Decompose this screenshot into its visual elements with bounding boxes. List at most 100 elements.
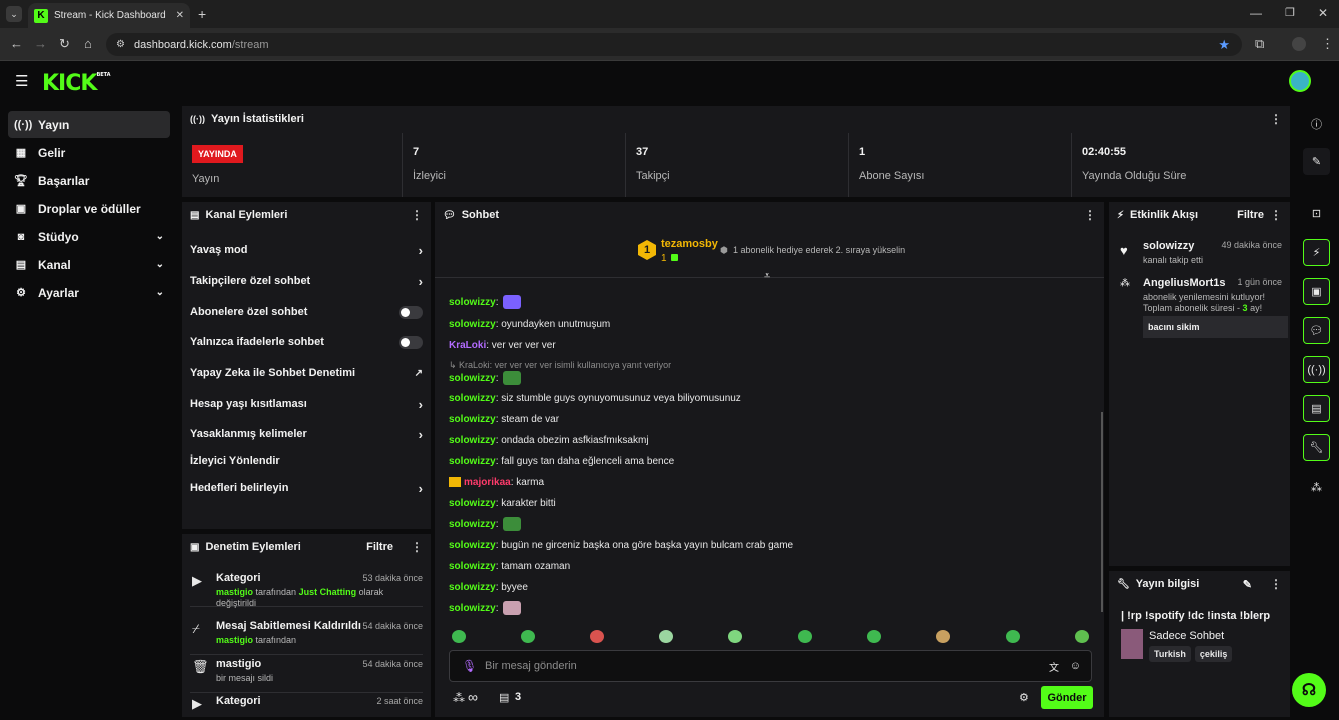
chat-message[interactable]: solowizzy: oyundayken unutmuşum xyxy=(449,316,610,332)
edit-stream-icon[interactable]: ✎ xyxy=(1303,148,1330,175)
quick-emote-icon[interactable] xyxy=(1006,630,1020,643)
chat-scrollbar[interactable] xyxy=(1101,412,1103,612)
chat-message[interactable]: solowizzy: xyxy=(449,516,522,532)
chat-message[interactable]: solowizzy: tamam ozaman xyxy=(449,558,570,574)
sidebar-item-gelir[interactable]: ▦ Gelir xyxy=(8,139,170,166)
panel-header: ((·)) Yayın İstatistikleri ⋮ xyxy=(182,106,1290,132)
bookmark-star-icon[interactable]: ★ xyxy=(1218,37,1230,53)
quick-emote-icon[interactable] xyxy=(1075,630,1089,643)
translate-icon[interactable]: 文 xyxy=(1049,659,1059,674)
microphone-icon[interactable]: 🎙︎ xyxy=(462,659,477,673)
quick-emote-icon[interactable] xyxy=(659,630,673,643)
action-set-goals[interactable]: Hedefleri belirleyin › xyxy=(190,478,423,498)
close-tab-icon[interactable]: ✕ xyxy=(176,10,184,21)
chat-message[interactable]: solowizzy: fall guys tan daha eğlenceli … xyxy=(449,453,674,469)
more-options-icon[interactable]: ⋮ xyxy=(1270,112,1282,126)
chat-message[interactable]: solowizzy: siz stumble guys oynuyomusunu… xyxy=(449,390,741,406)
chat-message[interactable]: solowizzy: byyee xyxy=(449,579,528,595)
browser-tab[interactable]: K Stream - Kick Dashboard ✕ xyxy=(28,3,190,28)
home-icon[interactable]: ⌂ xyxy=(84,37,92,51)
extensions-icon[interactable]: ⧉ xyxy=(1255,37,1264,51)
chat-message[interactable]: solowizzy: ondada obezim asfkiasfmıksakm… xyxy=(449,432,649,448)
quick-emote-icon[interactable] xyxy=(452,630,466,643)
focus-icon[interactable]: ⊡ xyxy=(1303,200,1330,227)
sidebar-item-studyo[interactable]: ◙ Stüdyo ⌄ xyxy=(8,223,170,250)
subscribers-only-toggle[interactable] xyxy=(399,305,423,319)
quick-emote-icon[interactable] xyxy=(590,630,604,643)
activity-feed-toggle-icon[interactable]: ⚡︎ xyxy=(1303,239,1330,266)
edit-icon[interactable]: ✎ xyxy=(1243,578,1252,591)
back-icon[interactable]: ← xyxy=(10,37,23,51)
reload-icon[interactable]: ↻ xyxy=(59,37,70,51)
emotes-only-toggle[interactable] xyxy=(399,335,423,349)
channel-actions-toggle-icon[interactable]: ▤ xyxy=(1303,395,1330,422)
stream-info-panel: 🔧︎ Yayın bilgisi ✎ ⋮ | !rp !spotify !dc … xyxy=(1109,571,1290,717)
kick-points-toggle-icon[interactable]: ⁂ xyxy=(1303,474,1330,501)
chat-toggle-icon[interactable]: 💬︎ xyxy=(1303,317,1330,344)
top-gifter-name[interactable]: tezamosby xyxy=(661,238,718,250)
activity-user[interactable]: solowizzy xyxy=(1143,240,1194,252)
chat-message[interactable]: majorikaa: karma xyxy=(449,474,544,490)
chat-message[interactable]: KraLoki: ver ver ver ver xyxy=(449,337,556,353)
quick-emote-icon[interactable] xyxy=(867,630,881,643)
kick-logo[interactable]: KICKBETA xyxy=(42,71,111,96)
address-bar[interactable]: ⚙ dashboard.kick.com/stream ★ xyxy=(106,33,1242,56)
user-avatar[interactable] xyxy=(1289,70,1311,92)
quick-emote-icon[interactable] xyxy=(521,630,535,643)
stream-category[interactable]: Sadece Sohbet xyxy=(1149,630,1224,642)
tab-list-button[interactable]: ⌄ xyxy=(6,6,22,22)
activity-user[interactable]: AngeliusMort1s xyxy=(1143,277,1226,289)
stream-info-toggle-icon[interactable]: 🔧︎ xyxy=(1303,434,1330,461)
tag-pill[interactable]: Turkish xyxy=(1149,646,1191,662)
action-followers-only[interactable]: Takipçilere özel sohbet › xyxy=(190,271,423,291)
sidebar-item-basarilar[interactable]: 🏆︎ Başarılar xyxy=(8,167,170,194)
action-slow-mode[interactable]: Yavaş mod › xyxy=(190,240,423,260)
sidebar-item-droplar[interactable]: ▣ Droplar ve ödüller xyxy=(8,195,170,222)
filter-button[interactable]: Filtre xyxy=(366,541,393,553)
restore-button[interactable]: ❐ xyxy=(1285,6,1295,19)
send-button[interactable]: Gönder xyxy=(1041,686,1093,709)
minimize-button[interactable]: — xyxy=(1250,6,1262,20)
stats-toggle-icon[interactable]: ((·)) xyxy=(1303,356,1330,383)
sidebar-item-yayin[interactable]: ((·)) Yayın xyxy=(8,111,170,138)
sidebar-item-kanal[interactable]: ▤ Kanal ⌄ xyxy=(8,251,170,278)
action-redirect-viewers[interactable]: İzleyici Yönlendir xyxy=(190,451,423,471)
chat-message[interactable]: solowizzy: steam de var xyxy=(449,411,559,427)
info-icon[interactable]: ⓘ xyxy=(1303,110,1330,137)
profile-avatar-icon[interactable] xyxy=(1292,37,1306,51)
chat-message[interactable]: solowizzy: xyxy=(449,370,522,386)
tag-pill[interactable]: çekiliş xyxy=(1194,646,1233,662)
chevron-right-icon: › xyxy=(418,273,423,289)
more-options-icon[interactable]: ⋮ xyxy=(411,208,423,222)
more-options-icon[interactable]: ⋮ xyxy=(1270,577,1282,591)
action-ai-moderation[interactable]: Yapay Zeka ile Sohbet Denetimi ↗ xyxy=(190,363,423,383)
action-account-age[interactable]: Hesap yaşı kısıtlaması › xyxy=(190,394,423,414)
more-options-icon[interactable]: ⋮ xyxy=(1084,208,1096,222)
filter-button[interactable]: Filtre xyxy=(1237,209,1264,221)
chat-message[interactable]: solowizzy: xyxy=(449,294,522,310)
emoji-icon[interactable]: ☺ xyxy=(1070,660,1081,672)
box-icon[interactable]: ▤ xyxy=(499,691,509,704)
site-info-icon[interactable]: ⚙ xyxy=(116,39,125,50)
sidebar-item-ayarlar[interactable]: ⚙ Ayarlar ⌄ xyxy=(8,279,170,306)
hamburger-menu-icon[interactable]: ☰ xyxy=(15,74,28,89)
chat-settings-icon[interactable]: ⚙ xyxy=(1019,691,1029,704)
chat-message[interactable]: solowizzy: xyxy=(449,600,522,616)
quick-emote-icon[interactable] xyxy=(798,630,812,643)
action-banned-words[interactable]: Yasaklanmış kelimeler › xyxy=(190,424,423,444)
forward-icon[interactable]: → xyxy=(34,37,47,51)
new-tab-button[interactable]: + xyxy=(198,6,206,22)
browser-menu-icon[interactable]: ⋮ xyxy=(1321,37,1334,51)
expand-leaderboard-icon[interactable]: ⩡ xyxy=(764,270,770,283)
more-options-icon[interactable]: ⋮ xyxy=(411,540,423,554)
more-options-icon[interactable]: ⋮ xyxy=(1270,208,1282,222)
kick-points-icon[interactable]: ⁂ xyxy=(453,691,465,705)
chat-message[interactable]: solowizzy: bugün ne girceniz başka ona g… xyxy=(449,537,793,553)
quick-emote-icon[interactable] xyxy=(936,630,950,643)
support-chat-button[interactable]: ☊ xyxy=(1292,673,1326,707)
chat-message-input[interactable]: 🎙︎ Bir mesaj gönderin 文 ☺ xyxy=(449,650,1092,682)
close-window-button[interactable]: ✕ xyxy=(1318,6,1328,20)
quick-emote-icon[interactable] xyxy=(728,630,742,643)
chat-message[interactable]: solowizzy: karakter bitti xyxy=(449,495,556,511)
moderation-toggle-icon[interactable]: ▣ xyxy=(1303,278,1330,305)
